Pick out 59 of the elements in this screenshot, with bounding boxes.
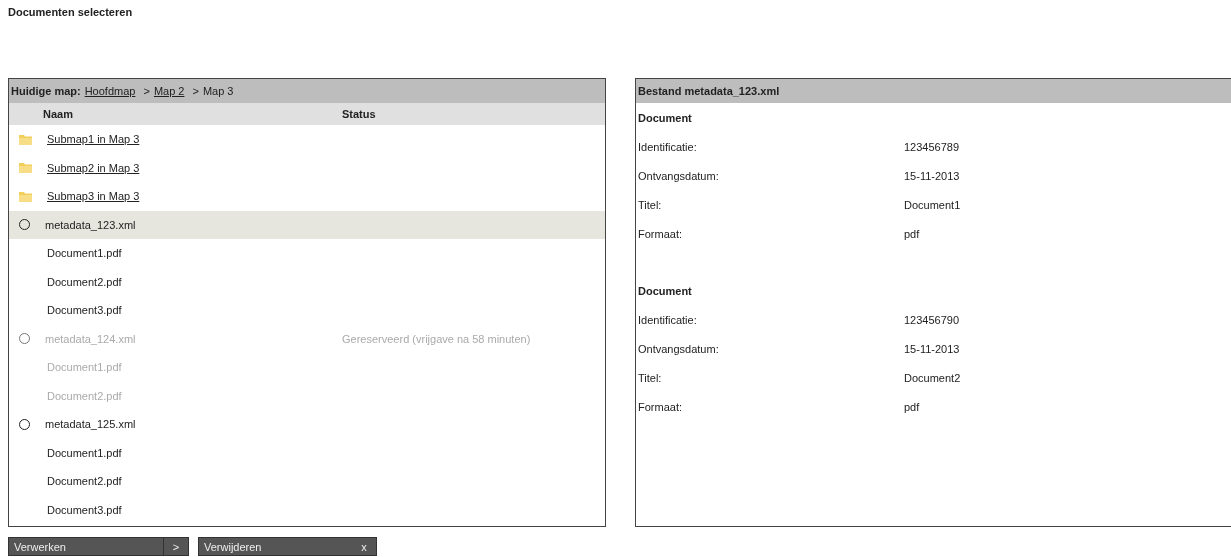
file-name: metadata_124.xml — [45, 332, 136, 345]
file-row[interactable]: Document1.pdf — [9, 438, 605, 467]
action-button[interactable]: Verwerken > — [8, 537, 189, 556]
folder-link[interactable]: Submap2 in Map 3 — [47, 161, 140, 174]
field-label: Titel: — [638, 371, 663, 384]
field-value: pdf — [904, 227, 920, 240]
field-value: 15-11-2013 — [904, 342, 960, 355]
file-name: Document2.pdf — [47, 275, 122, 288]
file-row[interactable]: Document3.pdf — [9, 296, 605, 325]
field-label: Formaat: — [638, 227, 683, 240]
folder-icon — [19, 133, 32, 145]
breadcrumb-label: Huidige map: — [11, 85, 81, 97]
section-heading: Document — [638, 284, 692, 297]
field-label: Identificatie: — [638, 313, 698, 326]
column-header: Naam — [42, 108, 74, 120]
breadcrumb-separator: > — [143, 85, 150, 97]
field-label: Identificatie: — [638, 140, 698, 153]
folder-link[interactable]: Submap3 in Map 3 — [47, 190, 140, 203]
file-row[interactable]: Document2.pdf — [9, 467, 605, 496]
field-value: pdf — [904, 400, 920, 413]
file-row[interactable]: metadata_123.xml — [9, 210, 605, 239]
file-row[interactable]: Document2.pdf — [9, 267, 605, 296]
breadcrumb-link[interactable]: Map 2 — [153, 85, 185, 97]
file-row[interactable]: Submap3 in Map 3 — [9, 182, 605, 211]
folder-icon — [19, 162, 32, 174]
file-row[interactable]: Submap2 in Map 3 — [9, 153, 605, 182]
file-name: Document3.pdf — [47, 503, 122, 516]
field-value: Document1 — [904, 198, 961, 211]
folder-icon — [19, 190, 32, 202]
field-value: 123456790 — [904, 313, 960, 326]
breadcrumb-separator: > — [192, 85, 199, 97]
file-row[interactable]: Document1.pdf — [9, 239, 605, 268]
field-label: Titel: — [638, 198, 663, 211]
details-title: Bestand metadata_123.xml — [636, 79, 1231, 103]
file-row[interactable]: Document3.pdf — [9, 495, 605, 524]
action-button[interactable]: Verwijderen x — [198, 537, 377, 556]
column-header: Status — [341, 108, 376, 120]
file-name: Document1.pdf — [47, 247, 122, 260]
field-value: 123456789 — [904, 140, 960, 153]
file-name: metadata_123.xml — [45, 218, 136, 231]
file-name: metadata_125.xml — [45, 418, 136, 431]
file-name: Document1.pdf — [47, 446, 122, 459]
file-name: Document2.pdf — [47, 389, 122, 402]
file-row[interactable]: Submap1 in Map 3 — [9, 125, 605, 154]
file-name: Document3.pdf — [47, 304, 122, 317]
breadcrumb-link[interactable]: Hoofdmap — [84, 85, 136, 97]
file-name: Document2.pdf — [47, 475, 122, 488]
field-value: 15-11-2013 — [904, 169, 960, 182]
field-label: Formaat: — [638, 400, 683, 413]
status-text: Gereserveerd (vrijgave na 58 minuten) — [341, 332, 531, 345]
file-name: Document1.pdf — [47, 361, 122, 374]
section-heading: Document — [638, 111, 692, 124]
field-value: Document2 — [904, 371, 961, 384]
page-title: Documenten selecteren — [8, 6, 133, 18]
folder-link[interactable]: Submap1 in Map 3 — [47, 133, 140, 146]
file-row[interactable]: metadata_125.xml — [9, 410, 605, 439]
breadcrumb-current: Map 3 — [202, 85, 234, 97]
field-label: Ontvangsdatum: — [638, 169, 720, 182]
field-label: Ontvangsdatum: — [638, 342, 720, 355]
